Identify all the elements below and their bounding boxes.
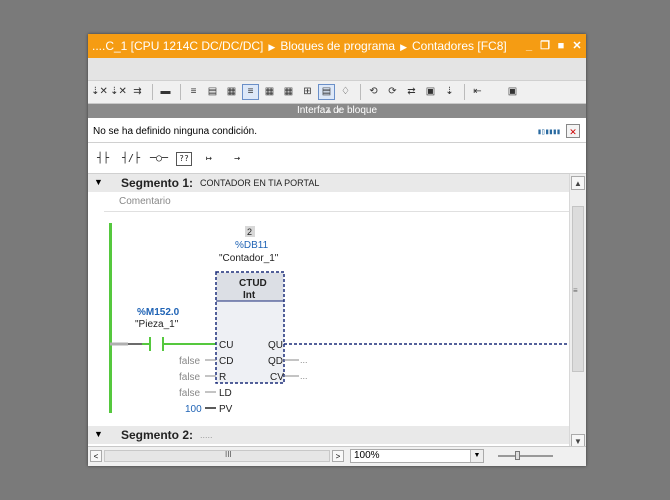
status-bar: < III > 100% ▼ — [88, 446, 586, 466]
monitor-icon[interactable]: ▣ — [422, 84, 439, 100]
toggle-view-icon[interactable]: ⇤ — [469, 84, 486, 100]
contact-tag[interactable]: "Pieza_1" — [135, 319, 179, 330]
pin-qu: QU — [268, 340, 283, 351]
zoom-select[interactable]: 100% ▼ — [350, 449, 484, 463]
go-back-icon[interactable]: ⟲ — [365, 84, 382, 100]
minimize-button[interactable]: _ — [524, 41, 534, 52]
coil-icon[interactable]: ─○─ — [148, 149, 170, 169]
chevron-down-icon[interactable]: ▼ — [470, 450, 483, 462]
list-icon[interactable]: ≡ — [185, 84, 202, 100]
splitter-handles[interactable]: ▲ ▼ — [314, 104, 354, 118]
no-contact-icon[interactable]: ┤├ — [92, 149, 114, 169]
zoom-slider-handle[interactable] — [515, 451, 520, 460]
instance-number: 2 — [247, 227, 252, 237]
close-button[interactable]: ✕ — [572, 41, 582, 52]
collapse-icon[interactable]: ▼ — [94, 177, 103, 187]
comment-icon[interactable]: ▬ — [157, 84, 174, 100]
header-strip — [88, 58, 586, 80]
zoom-slider-track[interactable] — [498, 455, 553, 457]
horizontal-scrollbar[interactable]: III — [104, 450, 330, 462]
close-all-icon[interactable]: ▦ — [223, 84, 240, 100]
title-bar: ....C_1 [CPU 1214C DC/DC/DC] ▶ Bloques de … — [88, 34, 586, 58]
empty-box-icon[interactable]: ?? — [176, 151, 192, 166]
segment-comment[interactable]: Comentario — [104, 192, 569, 212]
insert-network-icon[interactable]: ⇣✕ — [91, 84, 108, 100]
hscroll-grip-icon: III — [225, 450, 232, 459]
abs-operand-icon[interactable]: ▦ — [261, 84, 278, 100]
sym-abs-icon[interactable]: ⊞ — [299, 84, 316, 100]
restore-button[interactable]: ❐ — [540, 41, 550, 52]
download-icon[interactable]: ⇣ — [441, 84, 458, 100]
open-all-icon[interactable]: ▤ — [204, 84, 221, 100]
scroll-grip-icon: ≡ — [573, 286, 578, 295]
pin-ld: LD — [219, 388, 232, 399]
maximize-button[interactable]: ■ — [556, 41, 566, 52]
breadcrumb-blocks[interactable]: Bloques de programa — [280, 39, 395, 53]
segment-title[interactable]: CONTADOR EN TIA PORTAL — [200, 178, 319, 188]
counter-db-name[interactable]: "Contador_1" — [219, 253, 279, 264]
call-structure-indicator[interactable]: ▮▯▮▮▮▮ — [537, 127, 561, 136]
editor-toolbar: ⇣✕ ⇣✕ ⇉ ▬ ≡ ▤ ▦ ≡ ▦ ▦ ⊞ ▤ ♢ ⟲ ⟳ ⇄ ▣ ⇣ ⇤ … — [88, 80, 586, 104]
r-value[interactable]: false — [179, 372, 201, 383]
segment-1-header[interactable]: ▼ Segmento 1: CONTADOR EN TIA PORTAL — [88, 174, 569, 192]
insert-branch-icon[interactable]: ⇉ — [129, 84, 146, 100]
pin-cv: CV — [270, 372, 284, 383]
chevron-right-icon: ▶ — [268, 42, 276, 52]
vertical-scrollbar[interactable]: ▲ ≡ ▼ — [569, 174, 586, 450]
close-condition-icon[interactable]: ✕ — [566, 124, 580, 138]
breadcrumb-fc8[interactable]: Contadores [FC8] — [412, 39, 507, 53]
sym-operand-icon[interactable]: ▦ — [280, 84, 297, 100]
go-forward-icon[interactable]: ⟳ — [384, 84, 401, 100]
counter-db[interactable]: %DB11 — [235, 240, 269, 251]
segment-2-header[interactable]: ▼ Segmento 2: ..... — [88, 426, 569, 444]
scroll-right-icon[interactable]: > — [332, 450, 344, 462]
compare-icon[interactable]: ⇄ — [403, 84, 420, 100]
ctud-type: CTUD — [239, 278, 267, 289]
pin-cd: CD — [219, 356, 233, 367]
pv-value[interactable]: 100 — [185, 404, 202, 415]
pin-qd: QD — [268, 356, 283, 367]
toolbar-divider — [360, 84, 361, 100]
pin-cu: CU — [219, 340, 233, 351]
scroll-up-icon[interactable]: ▲ — [571, 176, 585, 190]
open-branch-icon[interactable]: ↦ — [198, 149, 220, 169]
nc-contact-icon[interactable]: ┤/├ — [120, 149, 142, 169]
close-branch-icon[interactable]: → — [226, 149, 248, 169]
editor-window: ....C_1 [CPU 1214C DC/DC/DC] ▶ Bloques de … — [88, 34, 586, 466]
cd-value[interactable]: false — [179, 356, 201, 367]
tag-info-icon[interactable]: ▤ — [318, 84, 335, 100]
block-interface-bar[interactable]: Interfaz de bloque ▲ ▼ — [88, 104, 586, 118]
ld-value[interactable]: false — [179, 388, 201, 399]
segment-title[interactable]: ..... — [200, 430, 213, 440]
breadcrumb-project[interactable]: ....C_1 [CPU 1214C DC/DC/DC] — [92, 39, 263, 53]
pin-r: R — [219, 372, 226, 383]
ctud-datatype[interactable]: Int — [243, 290, 256, 301]
layout-icon[interactable]: ▣ — [504, 84, 521, 100]
chevron-right-icon: ▶ — [400, 42, 407, 52]
zoom-value: 100% — [354, 450, 380, 461]
ladder-element-toolbar: ┤├ ┤/├ ─○─ ?? ↦ → — [88, 144, 586, 174]
show-comments-icon[interactable]: ≡ — [242, 84, 259, 100]
segment-label: Segmento 1: — [121, 176, 194, 190]
toolbar-divider — [152, 84, 153, 100]
breadcrumb: ....C_1 [CPU 1214C DC/DC/DC] ▶ Bloques de … — [92, 34, 507, 59]
qd-value[interactable]: ... — [300, 355, 308, 365]
toolbar-divider — [464, 84, 465, 100]
scroll-left-icon[interactable]: < — [90, 450, 102, 462]
collapse-icon[interactable]: ▼ — [94, 429, 103, 439]
ladder-editor: ▼ Segmento 1: CONTADOR EN TIA PORTAL Com… — [88, 174, 569, 444]
favorites-icon[interactable]: ♢ — [337, 84, 354, 100]
contact-address[interactable]: %M152.0 — [137, 307, 180, 318]
condition-bar: No se ha definido ninguna condición. ▮▯▮… — [88, 122, 586, 143]
pin-pv: PV — [219, 404, 233, 415]
delete-network-icon[interactable]: ⇣✕ — [110, 84, 127, 100]
segment-label: Segmento 2: — [121, 428, 194, 442]
condition-text: No se ha definido ninguna condición. — [93, 126, 258, 137]
cv-value[interactable]: ... — [300, 371, 308, 381]
toolbar-divider — [180, 84, 181, 100]
